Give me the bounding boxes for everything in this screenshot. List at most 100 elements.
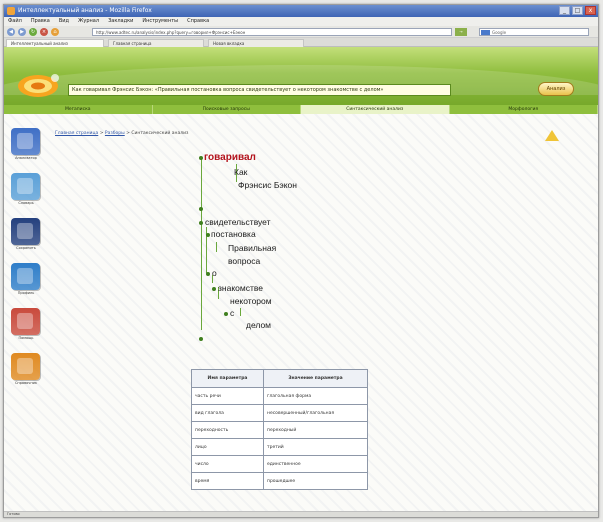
site-logo-icon (18, 74, 59, 97)
table-cell: прошедшее (263, 472, 368, 490)
help-icon (11, 308, 40, 335)
user-icon (11, 263, 40, 290)
table-row: переходность переходный (191, 421, 368, 439)
tree-node: Правильная (228, 243, 277, 253)
syntax-tree: говаривал Как Фрэнсис Бэкон свидетельств… (199, 149, 360, 369)
table-cell: число (191, 455, 264, 473)
table-cell: переходность (191, 421, 264, 439)
window-title: Интеллектуальный анализ - Mozilla Firefo… (18, 7, 152, 14)
tree-node: постановка (211, 229, 256, 239)
sidebar-item-label: Справочник (14, 381, 38, 385)
tab-home[interactable]: Главная страница (108, 39, 204, 47)
tab-megalist[interactable]: Мегаписка (4, 105, 153, 114)
breadcrumb: Главная страница > Разборы > Синтаксичес… (55, 131, 189, 136)
tree-node: о (212, 268, 217, 278)
table-row: часть речи глагольная форма (191, 387, 368, 405)
address-bar[interactable]: http://www.adtec.ru/analysis/index.php?q… (92, 28, 452, 36)
tab-syntax-analysis[interactable]: Синтаксический анализ (301, 105, 450, 114)
menu-edit[interactable]: Правка (31, 17, 50, 26)
tree-node: с (230, 308, 235, 318)
breadcrumb-parses[interactable]: Разборы (105, 131, 125, 136)
home-icon[interactable]: ⌂ (51, 28, 59, 36)
menu-bar: Файл Правка Вид Журнал Закладки Инструме… (4, 17, 598, 26)
floppy-icon (11, 218, 40, 245)
table-cell: часть речи (191, 387, 264, 405)
sidebar-item-label: Словарь (18, 201, 34, 205)
forward-arrow-icon[interactable]: ▶ (18, 28, 26, 36)
sidebar: Анализатор Словарь Сохранить Профиль Пом… (10, 128, 48, 398)
table-cell: третий (263, 438, 368, 456)
book-icon (11, 128, 40, 155)
back-arrow-icon[interactable]: ◀ (7, 28, 15, 36)
menu-history[interactable]: Журнал (78, 17, 99, 26)
menu-view[interactable]: Вид (59, 17, 69, 26)
query-input[interactable]: Как говаривал Фрэнсис Бэкон: «Правильная… (68, 84, 451, 96)
tab-new[interactable]: Новая вкладка (208, 39, 304, 47)
parameter-table: Имя параметра Значение параметра часть р… (191, 369, 368, 490)
close-button[interactable]: x (585, 6, 596, 15)
search-engine-icon[interactable] (481, 30, 490, 35)
table-row: вид глагола несовершенный/глагольная (191, 404, 368, 422)
title-bar: Интеллектуальный анализ - Mozilla Firefo… (4, 5, 598, 17)
books-icon (11, 353, 40, 380)
reload-icon[interactable]: ↻ (29, 28, 37, 36)
column-header: Значение параметра (263, 369, 368, 388)
tree-node: вопроса (228, 256, 261, 266)
sidebar-item-label: Помощь (18, 336, 34, 340)
tree-node-root: говаривал (204, 152, 256, 163)
menu-help[interactable]: Справка (187, 17, 209, 26)
tab-bar: Интеллектуальный анализ Главная страница… (4, 38, 598, 47)
tab-morphology[interactable]: Морфология (450, 105, 598, 114)
table-cell: несовершенный/глагольная (263, 404, 368, 422)
monitor-icon (11, 173, 40, 200)
table-cell: вид глагола (191, 404, 264, 422)
tree-node: Как (234, 167, 248, 177)
tab-analysis[interactable]: Интеллектуальный анализ (6, 39, 104, 47)
main-content: Анализатор Словарь Сохранить Профиль Пом… (4, 114, 598, 517)
mode-tabs: Мегаписка Поисковые запросы Синтаксическ… (4, 105, 598, 114)
go-button[interactable]: → (455, 28, 467, 36)
tab-search-queries[interactable]: Поисковые запросы (153, 105, 301, 114)
warning-icon[interactable] (545, 130, 559, 141)
tree-node: делом (246, 320, 272, 330)
navigation-toolbar: ◀ ▶ ↻ × ⌂ http://www.adtec.ru/analysis/i… (4, 26, 598, 38)
browser-window: Интеллектуальный анализ - Mozilla Firefo… (3, 4, 599, 518)
stop-icon[interactable]: × (40, 28, 48, 36)
sidebar-item-label: Профиль (17, 291, 35, 295)
breadcrumb-current: Синтаксический анализ (131, 131, 189, 136)
sidebar-item-save[interactable]: Сохранить (10, 218, 42, 256)
tree-node: свидетельствует (205, 217, 271, 227)
analyze-button[interactable]: Анализ (538, 82, 574, 96)
sidebar-item-reference[interactable]: Справочник (10, 353, 42, 391)
site-header: Как говаривал Фрэнсис Бэкон: «Правильная… (4, 47, 598, 105)
sidebar-item-dictionary[interactable]: Словарь (10, 173, 42, 211)
sidebar-item-label: Сохранить (16, 246, 36, 250)
sidebar-item-help[interactable]: Помощь (10, 308, 42, 346)
menu-bookmarks[interactable]: Закладки (108, 17, 133, 26)
table-cell: переходный (263, 421, 368, 439)
column-header: Имя параметра (191, 369, 264, 388)
minimize-button[interactable]: _ (559, 6, 570, 15)
table-row: число единственное (191, 455, 368, 473)
tree-node: Фрэнсис Бэкон (238, 180, 297, 190)
table-cell: глагольная форма (263, 387, 368, 405)
table-cell: время (191, 472, 264, 490)
breadcrumb-home[interactable]: Главная страница (55, 131, 98, 136)
table-cell: единственное (263, 455, 368, 473)
status-bar: Готово (4, 511, 598, 517)
table-row: лицо третий (191, 438, 368, 456)
tree-node: некотором (230, 296, 272, 306)
table-cell: лицо (191, 438, 264, 456)
search-input[interactable]: Google (479, 28, 589, 36)
sidebar-item-label: Анализатор (15, 156, 37, 160)
table-row: время прошедшее (191, 472, 368, 490)
tree-node: знакомстве (218, 283, 263, 293)
sidebar-item-profile[interactable]: Профиль (10, 263, 42, 301)
menu-tools[interactable]: Инструменты (142, 17, 178, 26)
menu-file[interactable]: Файл (8, 17, 22, 26)
search-placeholder: Google (492, 30, 507, 35)
sidebar-item-analyzer[interactable]: Анализатор (10, 128, 42, 166)
table-header-row: Имя параметра Значение параметра (191, 369, 368, 388)
maximize-button[interactable]: □ (572, 6, 583, 15)
firefox-icon (7, 7, 15, 15)
